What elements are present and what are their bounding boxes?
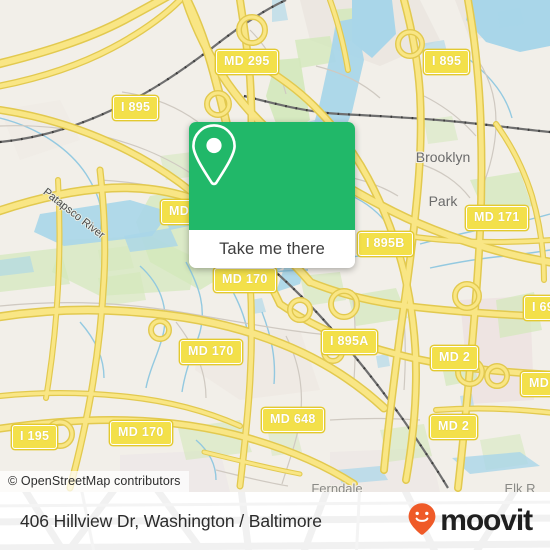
footer-content: 406 Hillview Dr, Washington / Baltimore … (0, 492, 550, 550)
road-shield-md-7[interactable]: MD 7 (521, 372, 550, 396)
road-shield-i-895-right[interactable]: I 895 (424, 50, 470, 74)
take-me-there-label: Take me there (219, 239, 325, 258)
destination-address: 406 Hillview Dr, Washington / Baltimore (20, 510, 322, 531)
map-canvas[interactable]: Brooklyn Park Ferndale Elk R Patapsco Ri… (0, 0, 550, 492)
moovit-map-screen: Brooklyn Park Ferndale Elk R Patapsco Ri… (0, 0, 550, 550)
take-me-there-button[interactable]: Take me there (189, 230, 355, 268)
road-shield-md-170-left[interactable]: MD 170 (180, 340, 242, 364)
road-shield-i-895-left[interactable]: I 895 (113, 96, 159, 120)
road-shield-i-195[interactable]: I 195 (12, 425, 58, 449)
moovit-wordmark: moovit (440, 504, 533, 537)
moovit-pin-smiley-icon (407, 502, 437, 541)
road-shield-md-648[interactable]: MD 648 (262, 408, 324, 432)
moovit-brand[interactable]: moovit (407, 502, 533, 541)
road-shield-md-171[interactable]: MD 171 (466, 206, 528, 230)
footer-bar: 406 Hillview Dr, Washington / Baltimore … (0, 492, 550, 550)
road-shield-md-170-center[interactable]: MD 170 (214, 268, 276, 292)
osm-attribution[interactable]: © OpenStreetMap contributors (0, 471, 189, 492)
destination-callout-card[interactable]: Take me there (189, 122, 355, 268)
road-shield-md-170-bottom[interactable]: MD 170 (110, 421, 172, 445)
road-shield-i-895a[interactable]: I 895A (322, 330, 377, 354)
road-shield-md-2-upper[interactable]: MD 2 (431, 346, 479, 370)
road-shield-i-895b[interactable]: I 895B (358, 232, 413, 256)
road-shield-md-295[interactable]: MD 295 (216, 50, 278, 74)
road-shield-i-695[interactable]: I 695 (524, 296, 550, 320)
road-shield-md-2-lower[interactable]: MD 2 (430, 415, 478, 439)
callout-icon-area (189, 122, 355, 230)
